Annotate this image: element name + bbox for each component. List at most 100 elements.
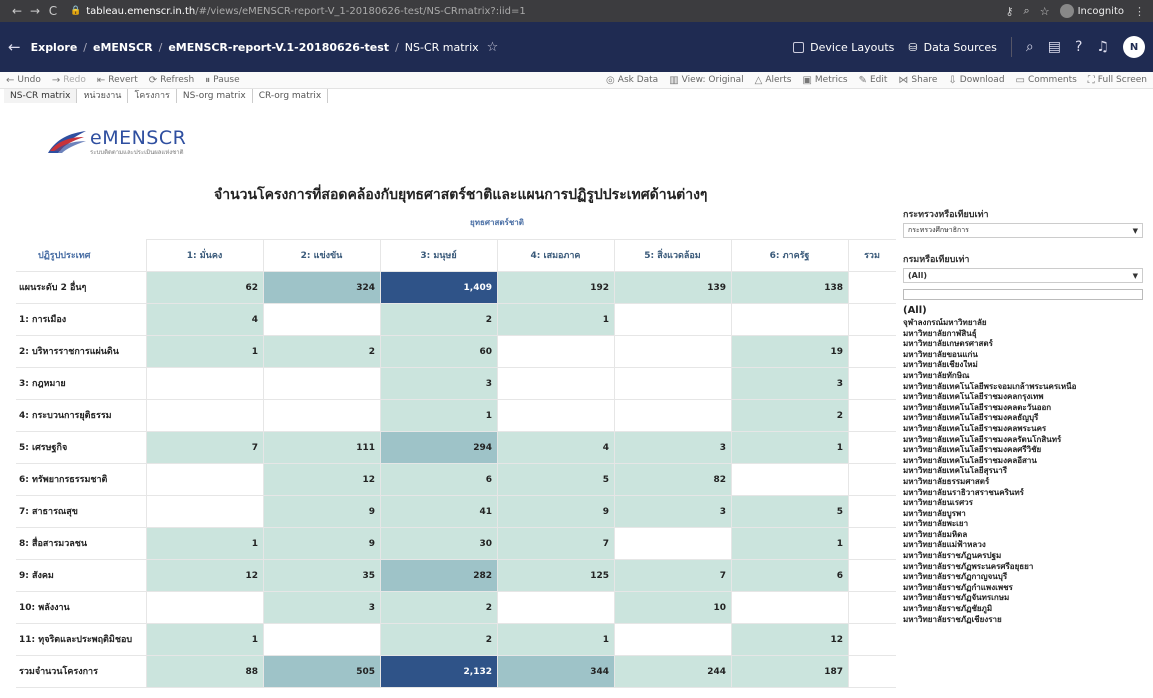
table-cell[interactable]: 4 [498,432,614,463]
table-cell[interactable] [849,304,896,335]
list-item[interactable]: จุฬาลงกรณ์มหาวิทยาลัย [903,318,1146,329]
list-item[interactable]: มหาวิทยาลัยเทคโนโลยีราชมงคลพระนคร [903,424,1146,435]
table-cell[interactable] [147,368,263,399]
download-button[interactable]: ⇩ Download [948,75,1004,86]
row-label[interactable]: 5: เศรษฐกิจ [16,431,146,463]
table-cell[interactable]: 1 [732,528,848,559]
comments-button[interactable]: ▭ Comments [1016,75,1077,86]
column-header[interactable]: รวม [848,239,896,271]
tab-projects[interactable]: โครงการ [128,89,177,103]
list-item[interactable]: มหาวิทยาลัยมหิดล [903,530,1146,541]
bookmark-star-icon[interactable]: ☆ [1040,5,1050,18]
table-cell[interactable]: 2 [381,592,497,623]
list-item[interactable]: มหาวิทยาลัยนเรศวร [903,498,1146,509]
list-item[interactable]: มหาวิทยาลัยเกษตรศาสตร์ [903,339,1146,350]
table-cell[interactable] [498,592,614,623]
edit-button[interactable]: ✎ Edit [859,75,888,86]
table-cell[interactable] [849,496,896,527]
table-cell[interactable]: 244 [615,656,731,687]
table-cell[interactable]: 344 [498,656,614,687]
list-item[interactable]: มหาวิทยาลัยเชียงใหม่ [903,360,1146,371]
tab-agency[interactable]: หน่วยงาน [77,89,129,103]
table-cell[interactable]: 5 [732,496,848,527]
list-item[interactable]: มหาวิทยาลัยเทคโนโลยีราชมงคลธัญบุรี [903,413,1146,424]
table-cell[interactable]: 111 [264,432,380,463]
table-cell[interactable]: 9 [264,528,380,559]
data-sources-button[interactable]: ⛁ Data Sources [908,41,997,54]
list-item[interactable]: มหาวิทยาลัยขอนแก่น [903,350,1146,361]
table-cell[interactable] [147,400,263,431]
list-item[interactable]: มหาวิทยาลัยกาฬสินธุ์ [903,329,1146,340]
table-cell[interactable]: 282 [381,560,497,591]
department-filter-select[interactable]: (All) ▼ [903,268,1143,283]
crumb-emenscr[interactable]: eMENSCR [93,41,153,54]
table-cell[interactable] [849,272,896,303]
row-label[interactable]: รวมจำนวนโครงการ [16,655,146,687]
table-cell[interactable]: 9 [498,496,614,527]
table-cell[interactable]: 125 [498,560,614,591]
tab-ns-cr-matrix[interactable]: NS-CR matrix [4,89,78,103]
table-cell[interactable]: 294 [381,432,497,463]
redo-button[interactable]: → Redo [52,75,86,86]
row-label[interactable]: 3: กฎหมาย [16,367,146,399]
list-item[interactable]: มหาวิทยาลัยทักษิณ [903,371,1146,382]
table-cell[interactable] [264,624,380,655]
table-cell[interactable]: 12 [147,560,263,591]
table-cell[interactable]: 19 [732,336,848,367]
crumb-explore[interactable]: Explore [31,41,78,54]
metrics-button[interactable]: ▣ Metrics [802,75,847,86]
device-layouts-button[interactable]: Device Layouts [793,41,894,54]
avatar[interactable]: N [1123,36,1145,58]
list-item[interactable]: มหาวิทยาลัยราชภัฏนครปฐม [903,551,1146,562]
list-item[interactable]: มหาวิทยาลัยพะเยา [903,519,1146,530]
table-cell[interactable]: 139 [615,272,731,303]
table-cell[interactable]: 35 [264,560,380,591]
list-item[interactable]: มหาวิทยาลัยเทคโนโลยีราชมงคลตะวันออก [903,403,1146,414]
list-item[interactable]: มหาวิทยาลัยราชภัฏกำแพงเพชร [903,583,1146,594]
list-item[interactable]: มหาวิทยาลัยเทคโนโลยีราชมงคลศรีวิชัย [903,445,1146,456]
row-label[interactable]: 8: สื่อสารมวลชน [16,527,146,559]
table-cell[interactable] [615,528,731,559]
table-cell[interactable]: 3 [615,496,731,527]
table-cell[interactable]: 2 [381,304,497,335]
table-cell[interactable] [498,336,614,367]
table-cell[interactable] [615,336,731,367]
department-search-input[interactable] [903,289,1143,300]
table-cell[interactable] [849,336,896,367]
table-cell[interactable]: 30 [381,528,497,559]
table-cell[interactable] [264,368,380,399]
table-cell[interactable]: 7 [147,432,263,463]
menu-kebab-icon[interactable]: ⋮ [1134,5,1145,18]
row-label[interactable]: 7: สาธารณสุข [16,495,146,527]
row-label[interactable]: 11: ทุจริตและประพฤติมิชอบ [16,623,146,655]
table-cell[interactable]: 12 [732,624,848,655]
pause-button[interactable]: ⏸ Pause [205,75,239,86]
table-cell[interactable] [147,496,263,527]
table-cell[interactable] [264,400,380,431]
list-item[interactable]: มหาวิทยาลัยราชภัฏกาญจนบุรี [903,572,1146,583]
key-icon[interactable]: ⚷ [1005,5,1013,18]
table-cell[interactable] [147,592,263,623]
table-cell[interactable] [615,304,731,335]
table-cell[interactable]: 3 [264,592,380,623]
list-item[interactable]: มหาวิทยาลัยเทคโนโลยีราชมงคลอีสาน [903,456,1146,467]
table-cell[interactable] [147,464,263,495]
table-cell[interactable]: 88 [147,656,263,687]
table-cell[interactable] [849,624,896,655]
help-icon[interactable]: ? [1075,39,1082,55]
list-item[interactable]: มหาวิทยาลัยเทคโนโลยีพระจอมเกล้าพระนครเหน… [903,382,1146,393]
list-item[interactable]: มหาวิทยาลัยราชภัฏพระนครศรีอยุธยา [903,562,1146,573]
favorite-star-icon[interactable]: ☆ [487,40,499,55]
table-cell[interactable]: 1 [147,624,263,655]
incognito-badge[interactable]: Incognito [1059,4,1124,18]
table-cell[interactable]: 12 [264,464,380,495]
forward-icon[interactable]: → [26,4,44,18]
list-item[interactable]: มหาวิทยาลัยนราธิวาสราชนครินทร์ [903,488,1146,499]
table-cell[interactable]: 10 [615,592,731,623]
list-item[interactable]: มหาวิทยาลัยเทคโนโลยีสุรนารี [903,466,1146,477]
list-item[interactable]: มหาวิทยาลัยเทคโนโลยีราชมงคลรัตนโกสินทร์ [903,435,1146,446]
table-cell[interactable]: 187 [732,656,848,687]
refresh-button[interactable]: ⟳ Refresh [149,75,194,86]
table-cell[interactable]: 6 [381,464,497,495]
table-cell[interactable] [849,464,896,495]
